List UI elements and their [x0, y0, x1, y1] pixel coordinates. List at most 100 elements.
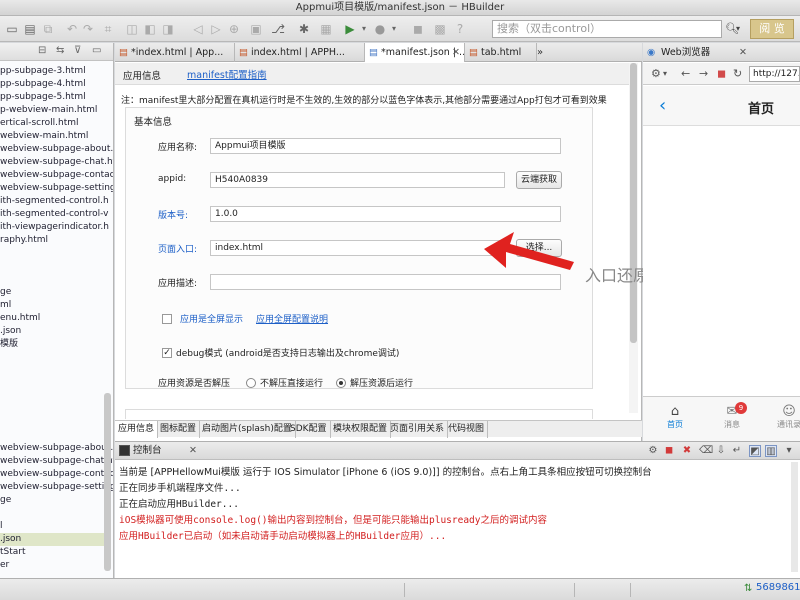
phone-back-icon[interactable]: ‹ [659, 95, 666, 116]
link-editor-icon[interactable]: ⇆ [56, 45, 64, 56]
tree-scrollbar[interactable] [104, 393, 111, 571]
close-console-icon[interactable]: ✕ [189, 442, 197, 460]
tree-item[interactable]: webview-subpage-about.h [0, 143, 113, 156]
tree-item[interactable]: ith-segmented-control-v [0, 208, 108, 221]
close-tab-icon[interactable]: ✕ [452, 43, 460, 62]
version-input[interactable]: 1.0.0 [210, 206, 561, 222]
tree-item[interactable]: .json [0, 325, 21, 338]
tab-sdk-config[interactable]: SDK配置 [287, 421, 331, 438]
tree-item[interactable]: webview-subpage-about.h [0, 442, 113, 455]
tree-item[interactable]: webview-subpage-setting [0, 481, 113, 494]
fullscreen-help-link[interactable]: 应用全屏配置说明 [256, 312, 328, 325]
tab-icon-config[interactable]: 图标配置 [157, 421, 201, 438]
url-input[interactable]: http://127.0. [749, 66, 800, 82]
search-input[interactable]: 搜索（双击control） [492, 20, 722, 38]
tree-item[interactable]: p-webview-main.html [0, 104, 97, 117]
find-prev-icon[interactable]: ◁ [190, 21, 206, 37]
run-dropdown-icon[interactable]: ▾ [356, 21, 372, 37]
tree-item[interactable]: webview-subpage-setting [0, 182, 113, 195]
tree-item[interactable]: enu.html [0, 312, 40, 325]
search-dropdown-icon[interactable]: ▾ [736, 21, 744, 37]
find-next-icon[interactable]: ▷ [208, 21, 224, 37]
tree-item[interactable]: webview-subpage-contac [0, 468, 113, 481]
refresh-icon[interactable]: ↻ [733, 66, 742, 82]
undo-icon[interactable]: ↶ [64, 21, 80, 37]
minimize-icon[interactable]: ▭ [92, 45, 101, 56]
editor-scrollbar[interactable] [629, 63, 638, 413]
clear-console-icon[interactable]: ⌫ [699, 445, 713, 457]
tab-overflow-button[interactable]: » [537, 43, 543, 62]
grid-icon[interactable]: ▩ [432, 21, 448, 37]
bookmark-icon[interactable]: ◫ [124, 21, 140, 37]
tab-index-html-1[interactable]: ▤ *index.html | App... [115, 43, 235, 62]
tab-code-view[interactable]: 代码视图 [445, 421, 489, 438]
editor-scrollbar-thumb[interactable] [630, 63, 637, 343]
appid-input[interactable]: H540A0839 [210, 172, 505, 188]
tree-item[interactable]: 模版 [0, 338, 18, 351]
save-icon[interactable]: ▤ [22, 21, 38, 37]
tree-item[interactable]: webview-subpage-contac [0, 169, 113, 182]
tree-item[interactable]: tStart [0, 546, 26, 559]
terminate-icon[interactable]: ✖ [681, 445, 693, 457]
debug-icon[interactable]: ✱ [296, 21, 312, 37]
zoom-icon[interactable]: ⊕ [226, 21, 242, 37]
save-all-icon[interactable]: ⧉ [40, 21, 56, 37]
tree-item[interactable]: ith-segmented-control.h [0, 195, 109, 208]
tree-item[interactable]: er [0, 559, 9, 572]
debug-checkbox[interactable]: ✓ [162, 348, 172, 358]
cloud-fetch-button[interactable]: 云端获取 [516, 171, 562, 189]
scroll-lock-icon[interactable]: ⇩ [715, 445, 727, 457]
phone-tab-home[interactable]: ⌂ 首页 [657, 405, 693, 430]
word-wrap-icon[interactable]: ↵ [731, 445, 743, 457]
fullscreen-checkbox[interactable] [162, 314, 172, 324]
tree-item[interactable]: ith-viewpagerindicator.h [0, 221, 109, 234]
display-console-icon[interactable]: ▥ [765, 445, 777, 457]
unpack-option-no-radio[interactable] [246, 378, 256, 388]
tree-item[interactable]: .json [0, 533, 104, 546]
tree-item[interactable]: ge [0, 494, 11, 507]
app-name-input[interactable]: Appmui项目模版 [210, 138, 561, 154]
close-browser-icon[interactable]: ✕ [739, 43, 747, 62]
tree-item[interactable]: ge [0, 286, 11, 299]
project-icon[interactable]: ▦ [318, 21, 334, 37]
outline-icon[interactable]: ◨ [160, 21, 176, 37]
tab-tab-html[interactable]: ▤ tab.html [465, 43, 537, 62]
tab-page-references[interactable]: 页面引用关系 [387, 421, 449, 438]
manifest-guide-link[interactable]: manifest配置指南 [187, 67, 267, 81]
git-icon[interactable]: ⎇ [270, 21, 286, 37]
tree-item[interactable]: webview-subpage-chat.ht [0, 156, 113, 169]
browser-tab[interactable]: ◉ Web浏览器 ✕ [643, 43, 800, 62]
help-icon[interactable]: ? [452, 21, 468, 37]
console-scrollbar[interactable] [791, 462, 798, 572]
device-dropdown-icon[interactable]: ▾ [386, 21, 402, 37]
filter-icon[interactable]: ⊽ [74, 45, 81, 56]
tree-item[interactable]: pp-subpage-5.html [0, 91, 86, 104]
format-icon[interactable]: ◧ [142, 21, 158, 37]
tab-index-html-2[interactable]: ▤ index.html | APPH... [235, 43, 365, 62]
unpack-option-yes-radio[interactable] [336, 378, 346, 388]
tree-item[interactable]: ml [0, 299, 11, 312]
tree-item[interactable]: l [0, 520, 3, 533]
tree-item[interactable]: ertical-scroll.html [0, 117, 79, 130]
tree-item[interactable]: webview-main.html [0, 130, 88, 143]
entry-input[interactable]: index.html [210, 240, 505, 256]
tab-manifest-json[interactable]: ▤ *manifest.json | ... ✕ [365, 43, 465, 62]
tab-app-info[interactable]: 应用信息 [115, 421, 159, 438]
browse-button[interactable]: 阅 览 [750, 19, 794, 39]
stop-loading-icon[interactable]: ◼ [717, 66, 726, 82]
console-menu-icon[interactable]: ▾ [783, 445, 795, 457]
redo-icon[interactable]: ↷ [80, 21, 96, 37]
tree-item[interactable]: pp-subpage-3.html [0, 65, 86, 78]
comment-icon[interactable]: ⌗ [100, 21, 116, 37]
settings-dropdown-icon[interactable]: ▾ [663, 66, 667, 82]
stop-icon[interactable]: ◼ [410, 21, 426, 37]
tab-splash-config[interactable]: 启动图片(splash)配置 [199, 421, 296, 438]
forward-icon[interactable]: → [699, 66, 708, 82]
new-file-icon[interactable]: ▭ [4, 21, 20, 37]
back-icon[interactable]: ← [681, 66, 690, 82]
phone-tab-contacts[interactable]: ☺ 通讯录 [771, 405, 800, 430]
terminal-icon[interactable]: ▣ [248, 21, 264, 37]
tab-permission-config[interactable]: 模块权限配置 [330, 421, 392, 438]
tree-item[interactable]: pp-subpage-4.html [0, 78, 86, 91]
stop-console-icon[interactable]: ◼ [663, 445, 675, 457]
